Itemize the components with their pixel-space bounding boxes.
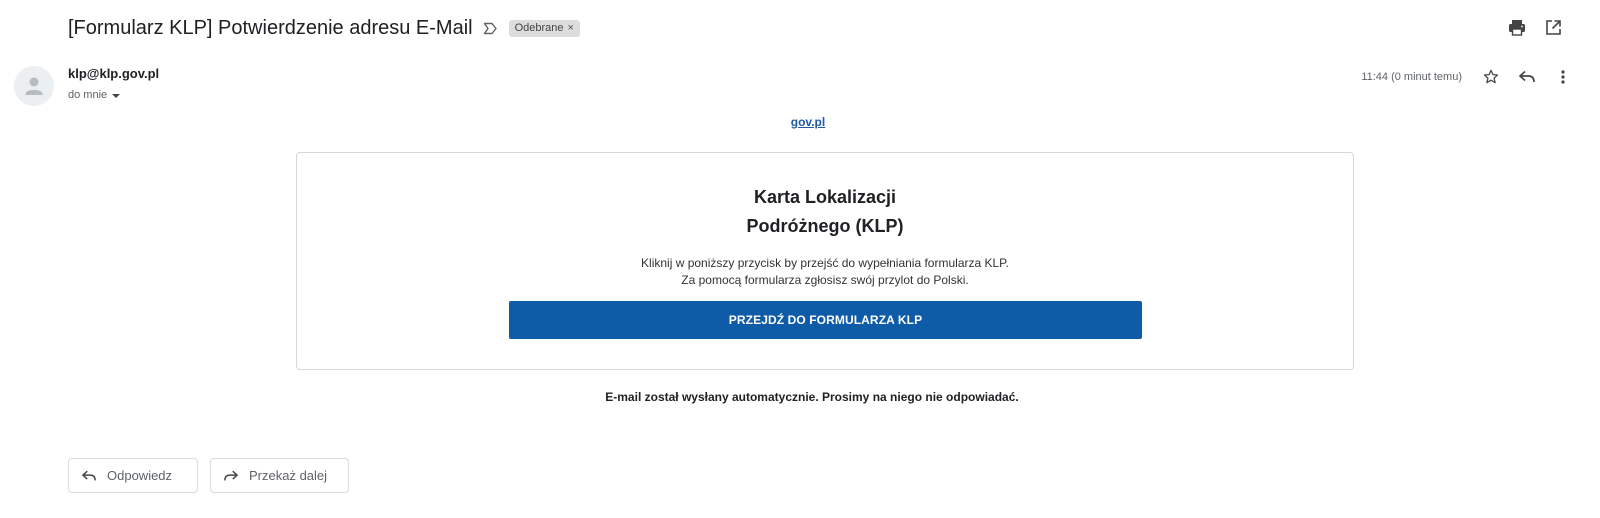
avatar[interactable] [14, 66, 54, 106]
reply-actions: Odpowiedz Przekaż dalej [68, 458, 349, 493]
email-subject: [Formularz KLP] Potwierdzenie adresu E-M… [68, 16, 473, 39]
card-title: Karta Lokalizacji Podróżnego (KLP) [297, 183, 1353, 241]
go-to-form-button[interactable]: PRZEJDŹ DO FORMULARZA KLP [509, 301, 1142, 339]
recipient-details-toggle[interactable]: do mnie [68, 89, 121, 101]
recipient-label: do mnie [68, 89, 108, 101]
forward-button[interactable]: Przekaż dalej [210, 458, 349, 493]
reply-icon [82, 470, 96, 480]
automatic-email-note: E-mail został wysłany automatycznie. Pro… [605, 390, 1019, 404]
reply-icon[interactable] [1516, 66, 1538, 88]
klp-card: Karta Lokalizacji Podróżnego (KLP) Klikn… [296, 152, 1354, 370]
gov-link[interactable]: gov.pl [791, 115, 825, 129]
importance-marker-icon[interactable] [483, 20, 499, 36]
label-chip-text: Odebrane [514, 22, 564, 34]
label-chip-inbox[interactable]: Odebrane × [508, 19, 580, 37]
reply-button-label: Odpowiedz [107, 468, 173, 483]
message-time: 11:44 (0 minut temu) [1361, 71, 1462, 83]
card-title-line-2: Podróżnego (KLP) [746, 216, 904, 236]
more-vert-icon[interactable] [1552, 66, 1574, 88]
subject-row: [Formularz KLP] Potwierdzenie adresu E-M… [68, 14, 580, 42]
card-text-line-1: Kliknij w poniższy przycisk by przejść d… [641, 256, 1009, 270]
chevron-down-icon [112, 93, 121, 98]
star-icon[interactable] [1480, 66, 1502, 88]
person-icon [25, 77, 43, 95]
forward-button-label: Przekaż dalej [249, 468, 328, 483]
reply-button[interactable]: Odpowiedz [68, 458, 198, 493]
print-icon[interactable] [1506, 16, 1528, 38]
card-description: Kliknij w poniższy przycisk by przejść d… [297, 255, 1353, 289]
sender-address[interactable]: klp@klp.gov.pl [68, 66, 159, 81]
card-title-line-1: Karta Lokalizacji [753, 187, 897, 207]
open-in-new-window-icon[interactable] [1542, 16, 1564, 38]
forward-icon [224, 470, 238, 480]
thread-actions [1506, 16, 1564, 38]
remove-label-icon[interactable]: × [568, 22, 574, 34]
gov-link-row: gov.pl [0, 115, 1600, 129]
message-meta: 11:44 (0 minut temu) [1361, 66, 1574, 88]
card-text-line-2: Za pomocą formularza zgłosisz swój przyl… [681, 273, 969, 287]
